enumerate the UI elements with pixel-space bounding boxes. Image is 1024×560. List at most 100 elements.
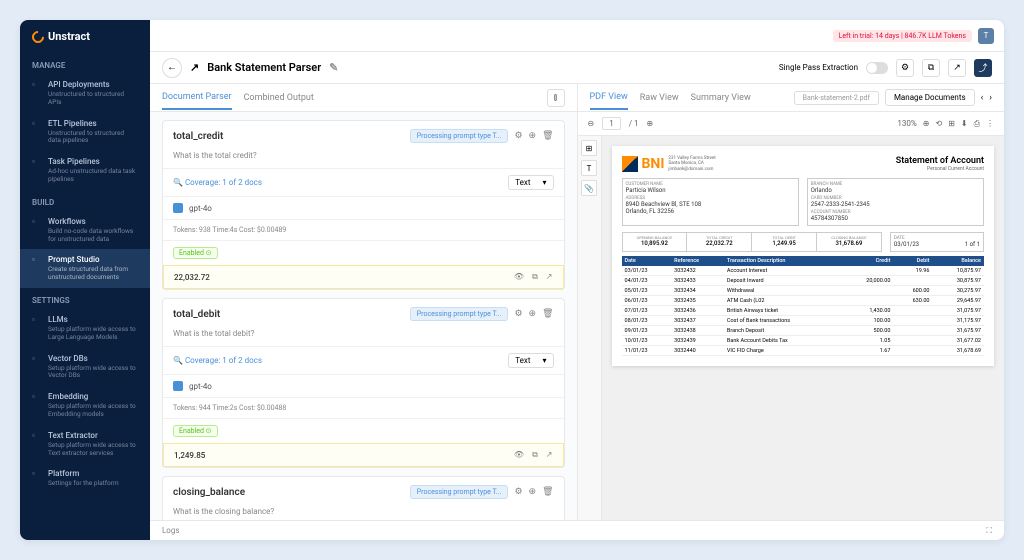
sidebar-item-api-deployments[interactable]: ▫API DeploymentsUnstructured to structur… — [20, 74, 150, 113]
more-icon[interactable]: ⋮ — [986, 119, 994, 128]
nav-icon: ▫ — [32, 157, 42, 167]
back-button[interactable]: ← — [162, 58, 182, 78]
annotation-tools: ⊞ T 📎 — [578, 136, 602, 520]
manage-documents-button[interactable]: Manage Documents — [885, 89, 975, 106]
bank-logo-icon — [622, 156, 638, 172]
text-icon[interactable]: T — [581, 160, 597, 176]
delete-icon[interactable]: 🗑 — [542, 487, 553, 497]
print-icon[interactable]: ⎙ — [974, 119, 980, 129]
sidebar-item-task-pipelines[interactable]: ▫Task PipelinesAd-hoc unstructured data … — [20, 151, 150, 190]
gear-icon[interactable]: ⚙ — [514, 487, 522, 497]
gear-icon[interactable]: ⚙ — [514, 309, 522, 319]
share-icon[interactable]: ↗ — [190, 61, 199, 74]
model-icon — [173, 381, 183, 391]
coverage-link[interactable]: 🔍 Coverage: 1 of 2 docs — [173, 356, 262, 365]
chevron-left-icon[interactable]: ‹ — [981, 93, 984, 103]
prompt-name: total_credit — [173, 131, 223, 142]
copy-icon[interactable]: ⧉ — [532, 450, 538, 460]
model-name: gpt-4o — [189, 382, 212, 391]
model-icon — [173, 203, 183, 213]
gear-icon[interactable]: ⚙ — [514, 131, 522, 141]
eye-icon[interactable]: 👁 — [514, 272, 524, 282]
edit-icon[interactable]: ✎ — [329, 61, 338, 74]
expand-icon[interactable]: ↗ — [546, 450, 553, 460]
coverage-link[interactable]: 🔍 Coverage: 1 of 2 docs — [173, 178, 262, 187]
sidebar-item-prompt-studio[interactable]: ▫Prompt StudioCreate structured data fro… — [20, 249, 150, 288]
pdf-page: BNI 231 Valley Farms Street Santa Monica… — [612, 146, 995, 366]
titlebar: ← ↗ Bank Statement Parser ✎ Single Pass … — [150, 52, 1004, 84]
export-button[interactable]: ⤴ — [974, 59, 992, 77]
stats: Tokens: 938 Time:4s Cost: $0.00489 — [173, 226, 286, 234]
page-title: Bank Statement Parser — [207, 61, 321, 74]
chevron-right-icon[interactable]: › — [989, 93, 992, 103]
zoom-out-icon[interactable]: ⊖ — [588, 119, 595, 128]
delete-icon[interactable]: 🗑 — [542, 309, 553, 319]
nav-icon: ▫ — [32, 255, 42, 265]
tab-document-parser[interactable]: Document Parser — [162, 86, 232, 110]
copy-icon[interactable]: ⧉ — [922, 59, 940, 77]
right-tabs: PDF View Raw View Summary View Bank-stat… — [578, 84, 1005, 112]
chart-icon[interactable]: ⫾ — [547, 89, 565, 107]
sidebar: Unstract MANAGE▫API DeploymentsUnstructu… — [20, 20, 150, 540]
type-select[interactable]: Text ▾ — [508, 353, 553, 368]
attach-icon[interactable]: 📎 — [581, 180, 597, 196]
sidebar-item-text-extractor[interactable]: ▫Text ExtractorSetup platform wide acces… — [20, 425, 150, 464]
zoom-in-icon[interactable]: ⊕ — [646, 119, 653, 128]
more-icon[interactable]: ⊕ — [529, 131, 537, 141]
tab-raw-view[interactable]: Raw View — [640, 87, 679, 109]
enabled-badge: Enabled ⊙ — [173, 425, 218, 437]
pdf-toolbar: ⊖ 1 / 1 ⊕ 130% ⊕ ⟲ ⊞ ⬇ ⎙ ⋮ — [578, 112, 1005, 136]
enabled-badge: Enabled ⊙ — [173, 247, 218, 259]
pdf-viewer[interactable]: BNI 231 Valley Farms Street Santa Monica… — [602, 136, 1005, 520]
status-badge: Processing prompt type T... — [410, 129, 509, 143]
left-tabs: Document Parser Combined Output ⫾ — [150, 84, 577, 112]
share-icon[interactable]: ↗ — [948, 59, 966, 77]
tab-pdf-view[interactable]: PDF View — [590, 86, 628, 110]
prompt-question: What is the closing balance? — [163, 507, 564, 520]
download-icon[interactable]: ⬇ — [961, 119, 968, 128]
nav-icon: ▫ — [32, 392, 42, 402]
copy-icon[interactable]: ⧉ — [532, 272, 538, 282]
grid-icon[interactable]: ⊞ — [581, 140, 597, 156]
brand-logo: Unstract — [20, 20, 150, 53]
nav-icon: ▫ — [32, 354, 42, 364]
delete-icon[interactable]: 🗑 — [542, 131, 553, 141]
single-pass-toggle[interactable] — [866, 62, 888, 74]
more-icon[interactable]: ⊕ — [529, 309, 537, 319]
nav-icon: ▫ — [32, 217, 42, 227]
prompt-card-total_credit: total_credit Processing prompt type T... ⚙… — [162, 120, 565, 290]
sidebar-item-workflows[interactable]: ▫WorkflowsBuild no-code data workflows f… — [20, 211, 150, 250]
avatar[interactable]: T — [978, 28, 994, 44]
sidebar-item-etl-pipelines[interactable]: ▫ETL PipelinesUnstructured to structured… — [20, 113, 150, 152]
prompt-card-total_debit: total_debit Processing prompt type T... ⚙ ⊕… — [162, 298, 565, 468]
tab-combined-output[interactable]: Combined Output — [244, 87, 314, 109]
model-name: gpt-4o — [189, 204, 212, 213]
document-select[interactable]: Bank-statement-2.pdf — [794, 91, 879, 105]
topbar: Left in trial: 14 days | 846.7K LLM Toke… — [150, 20, 1004, 52]
sidebar-item-platform[interactable]: ▫PlatformSettings for the platform — [20, 463, 150, 494]
type-select[interactable]: Text ▾ — [508, 175, 553, 190]
prompt-name: total_debit — [173, 309, 220, 320]
trial-badge: Left in trial: 14 days | 846.7K LLM Toke… — [833, 30, 972, 42]
nav-icon: ▫ — [32, 80, 42, 90]
page-input[interactable]: 1 — [602, 117, 621, 130]
nav-icon: ▫ — [32, 431, 42, 441]
fit-icon[interactable]: ⊞ — [948, 119, 955, 128]
prompt-question: What is the total debit? — [163, 329, 564, 346]
eye-icon[interactable]: 👁 — [514, 450, 524, 460]
tab-summary-view[interactable]: Summary View — [691, 87, 751, 109]
expand-icon[interactable]: ⛶ — [986, 526, 992, 536]
sidebar-item-vector-dbs[interactable]: ▫Vector DBsSetup platform wide access to… — [20, 348, 150, 387]
sidebar-item-embedding[interactable]: ▫EmbeddingSetup platform wide access to … — [20, 386, 150, 425]
prompt-question: What is the total credit? — [163, 151, 564, 168]
status-badge: Processing prompt type T... — [410, 307, 509, 321]
sidebar-item-llms[interactable]: ▫LLMsSetup platform wide access to Large… — [20, 309, 150, 348]
zoom-icon[interactable]: ⊕ — [923, 119, 930, 128]
result-value: 22,032.72 — [174, 273, 210, 282]
result-value: 1,249.85 — [174, 451, 205, 460]
rotate-icon[interactable]: ⟲ — [935, 119, 942, 128]
prompt-card-closing_balance: closing_balanceProcessing prompt type T.… — [162, 476, 565, 520]
expand-icon[interactable]: ↗ — [546, 272, 553, 282]
gear-icon[interactable]: ⚙ — [896, 59, 914, 77]
more-icon[interactable]: ⊕ — [529, 487, 537, 497]
